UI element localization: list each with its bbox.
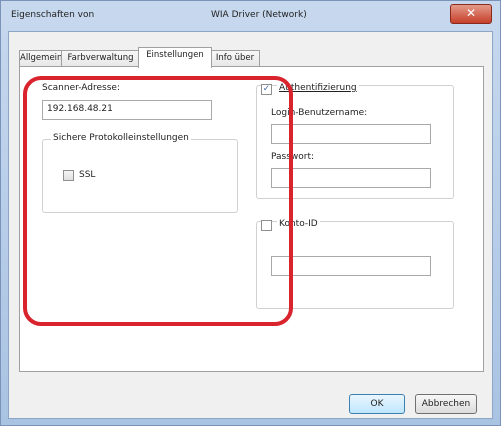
ssl-label: SSL bbox=[79, 170, 96, 180]
tab-info-ueber[interactable]: Info über bbox=[210, 50, 260, 67]
account-id-input[interactable] bbox=[271, 256, 431, 276]
login-username-label: Login-Benutzername: bbox=[271, 108, 368, 118]
password-label: Passwort: bbox=[271, 152, 315, 162]
tab-einstellungen[interactable]: Einstellungen bbox=[138, 47, 212, 68]
account-id-checkbox[interactable] bbox=[261, 220, 272, 231]
settings-panel: Scanner-Adresse: 192.168.48.21 Sichere P… bbox=[19, 66, 484, 372]
login-username-input[interactable] bbox=[271, 124, 431, 144]
account-id-label: Konto-ID bbox=[277, 219, 320, 229]
scanner-address-label: Scanner-Adresse: bbox=[42, 83, 120, 93]
window-title-device: WIA Driver (Network) bbox=[211, 10, 307, 20]
checkmark-icon: ✓ bbox=[262, 84, 271, 94]
authentication-checkbox[interactable]: ✓ bbox=[261, 84, 272, 95]
tab-farbverwaltung[interactable]: Farbverwaltung bbox=[61, 50, 140, 67]
ssl-checkbox[interactable] bbox=[63, 170, 74, 181]
scanner-address-input[interactable]: 192.168.48.21 bbox=[42, 100, 212, 120]
authentication-label: Authentifizierung bbox=[277, 83, 359, 93]
cancel-button[interactable]: Abbrechen bbox=[415, 394, 477, 414]
close-button[interactable]: ✕ bbox=[450, 4, 492, 24]
properties-window: Eigenschaften von WIA Driver (Network) ✕… bbox=[0, 0, 501, 426]
secure-protocol-group-title: Sichere Protokolleinstellungen bbox=[51, 133, 191, 143]
tab-allgemein[interactable]: Allgemein bbox=[19, 50, 63, 67]
dialog-client-area: Allgemein Farbverwaltung Einstellungen I… bbox=[8, 31, 493, 419]
authentication-group: ✓ Authentifizierung Login-Benutzername: … bbox=[256, 83, 454, 199]
password-input[interactable] bbox=[271, 168, 431, 188]
close-icon: ✕ bbox=[465, 6, 477, 20]
ok-button[interactable]: OK bbox=[349, 394, 405, 414]
secure-protocol-group: Sichere Protokolleinstellungen SSL bbox=[42, 133, 238, 213]
title-bar[interactable]: Eigenschaften von WIA Driver (Network) ✕ bbox=[1, 1, 500, 31]
window-title-prefix: Eigenschaften von bbox=[11, 10, 95, 20]
account-id-group: Konto-ID bbox=[256, 219, 454, 309]
